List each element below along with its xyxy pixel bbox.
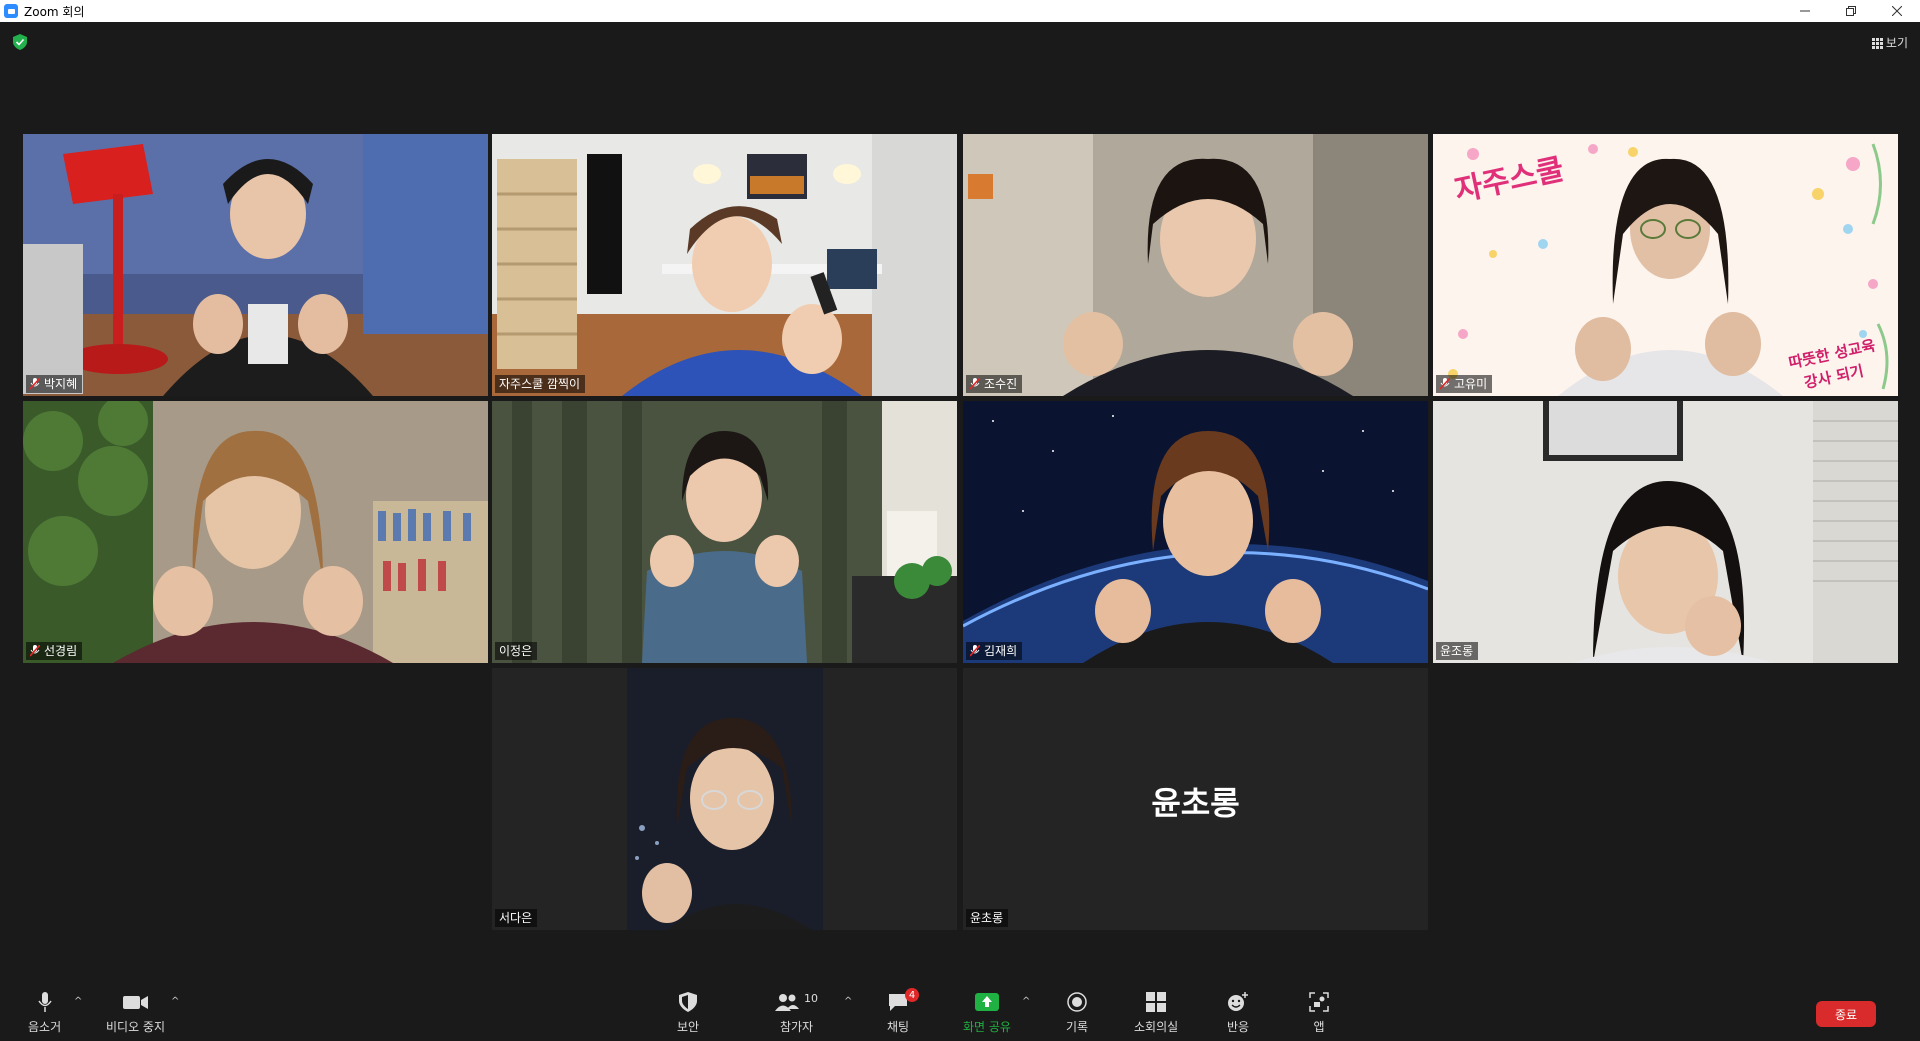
participant-name: 서다은 xyxy=(499,911,533,925)
apps-button[interactable]: 앱 xyxy=(1309,990,1329,1035)
close-button[interactable] xyxy=(1874,0,1920,22)
participant-name: 조수진 xyxy=(984,377,1018,391)
encryption-shield-icon[interactable] xyxy=(13,34,27,50)
grid-view-icon xyxy=(1871,37,1883,49)
participant-name: 박지혜 xyxy=(44,377,78,391)
video-tile[interactable]: 윤조롱 xyxy=(1433,401,1898,663)
apps-label: 앱 xyxy=(1313,1020,1325,1034)
participant-name-tag: 고유미 xyxy=(1436,375,1493,393)
record-label: 기록 xyxy=(1066,1020,1089,1034)
video-tile[interactable]: 선경림 xyxy=(23,401,488,663)
video-options-caret-icon[interactable]: ^ xyxy=(171,996,179,1007)
zoom-app-icon xyxy=(4,4,18,18)
muted-mic-icon xyxy=(970,645,980,657)
close-icon xyxy=(1892,6,1902,16)
video-tile[interactable]: 박지혜 xyxy=(23,134,488,396)
participant-name-tag: 선경림 xyxy=(26,642,83,660)
participants-button[interactable]: 10 참가자 xyxy=(775,990,818,1035)
participant-name-tag: 서다은 xyxy=(495,909,538,927)
end-meeting-button[interactable]: 종료 xyxy=(1816,1001,1876,1027)
muted-mic-icon xyxy=(30,645,40,657)
stop-video-button[interactable]: 비디오 중지 xyxy=(106,990,165,1035)
participant-name: 고유미 xyxy=(1454,377,1488,391)
participant-video xyxy=(23,134,488,396)
participants-label: 참가자 xyxy=(779,1020,814,1034)
video-tile-active-speaker[interactable]: 자주스쿨 깜찍이 xyxy=(492,134,957,396)
mute-button[interactable]: 음소거 xyxy=(28,990,61,1035)
participant-video xyxy=(1433,401,1898,663)
participant-name-tag: 박지혜 xyxy=(26,375,83,393)
record-icon xyxy=(1067,992,1087,1012)
video-tile[interactable]: 김재희 xyxy=(963,401,1428,663)
participant-video xyxy=(963,134,1428,396)
chat-unread-badge: 4 xyxy=(905,988,920,1002)
video-tile[interactable]: 서다은 xyxy=(492,668,957,930)
share-screen-button[interactable]: 화면 공유 xyxy=(963,990,1011,1035)
breakout-rooms-icon xyxy=(1146,992,1167,1012)
reactions-smiley-icon xyxy=(1228,992,1249,1011)
video-tile[interactable]: 이정은 xyxy=(492,401,957,663)
title-bar: Zoom 회의 xyxy=(0,0,1920,22)
apps-icon xyxy=(1309,992,1329,1012)
chat-button[interactable]: 4 채팅 xyxy=(887,988,920,1035)
meeting-toolbar: 음소거 ^ 비디오 중지 ^ 보안 10 참가자 ^ 4 채팅 화면 공유 ^ … xyxy=(0,980,1920,1041)
stop-video-label: 비디오 중지 xyxy=(106,1020,166,1034)
video-camera-icon xyxy=(122,996,148,1009)
minimize-button[interactable] xyxy=(1782,0,1828,22)
breakout-rooms-button[interactable]: 소회의실 xyxy=(1134,990,1178,1035)
view-button[interactable]: 보기 xyxy=(1871,34,1908,51)
minimize-icon xyxy=(1800,10,1810,12)
window-title: Zoom 회의 xyxy=(24,4,85,19)
restore-icon xyxy=(1846,6,1856,16)
participant-name: 윤초롱 xyxy=(970,911,1004,925)
audio-options-caret-icon[interactable]: ^ xyxy=(74,996,82,1007)
participants-icon xyxy=(775,994,799,1011)
share-options-caret-icon[interactable]: ^ xyxy=(1022,996,1030,1007)
muted-mic-icon xyxy=(970,378,980,390)
participant-display-name: 윤초롱 xyxy=(1151,784,1240,822)
muted-mic-icon xyxy=(1440,378,1450,390)
video-tile[interactable]: 자주스쿨 따뜻한 성교육 강사 되기 고유미 xyxy=(1433,134,1898,396)
participant-video xyxy=(492,668,957,930)
participant-name-tag: 김재희 xyxy=(966,642,1023,660)
participant-video xyxy=(23,401,488,663)
security-button[interactable]: 보안 xyxy=(677,990,699,1035)
security-label: 보안 xyxy=(677,1020,700,1034)
chat-label: 채팅 xyxy=(887,1020,910,1034)
participant-name-tag: 이정은 xyxy=(495,642,538,660)
view-button-label: 보기 xyxy=(1885,36,1908,50)
reactions-button[interactable]: 반응 xyxy=(1227,990,1249,1035)
participant-name: 김재희 xyxy=(984,644,1018,658)
security-shield-icon xyxy=(679,992,698,1012)
mute-label: 음소거 xyxy=(28,1020,62,1034)
restore-button[interactable] xyxy=(1828,0,1874,22)
participant-name-tag: 윤초롱 xyxy=(966,909,1009,927)
participant-video xyxy=(492,134,957,396)
participant-video xyxy=(963,401,1428,663)
participant-name-tag: 윤조롱 xyxy=(1436,642,1479,660)
participant-name-tag: 조수진 xyxy=(966,375,1023,393)
video-tile[interactable]: 조수진 xyxy=(963,134,1428,396)
microphone-icon xyxy=(37,992,52,1012)
share-screen-icon xyxy=(974,993,999,1011)
participant-name: 선경림 xyxy=(44,644,78,658)
participant-video: 자주스쿨 따뜻한 성교육 강사 되기 xyxy=(1433,134,1898,396)
breakout-rooms-label: 소회의실 xyxy=(1134,1020,1179,1034)
muted-mic-icon xyxy=(30,378,40,390)
reactions-label: 반응 xyxy=(1227,1020,1250,1034)
participants-options-caret-icon[interactable]: ^ xyxy=(844,996,852,1007)
participant-name: 윤조롱 xyxy=(1440,644,1474,658)
participant-video xyxy=(492,401,957,663)
window-controls xyxy=(1782,0,1920,22)
participant-name: 이정은 xyxy=(499,644,533,658)
share-screen-label: 화면 공유 xyxy=(963,1020,1011,1034)
participants-count: 10 xyxy=(804,991,818,1005)
record-button[interactable]: 기록 xyxy=(1066,990,1088,1035)
participant-name: 자주스쿨 깜찍이 xyxy=(499,377,581,391)
participant-name-tag: 자주스쿨 깜찍이 xyxy=(495,375,586,393)
video-tile-camera-off[interactable]: 윤초롱 윤초롱 xyxy=(963,668,1428,930)
